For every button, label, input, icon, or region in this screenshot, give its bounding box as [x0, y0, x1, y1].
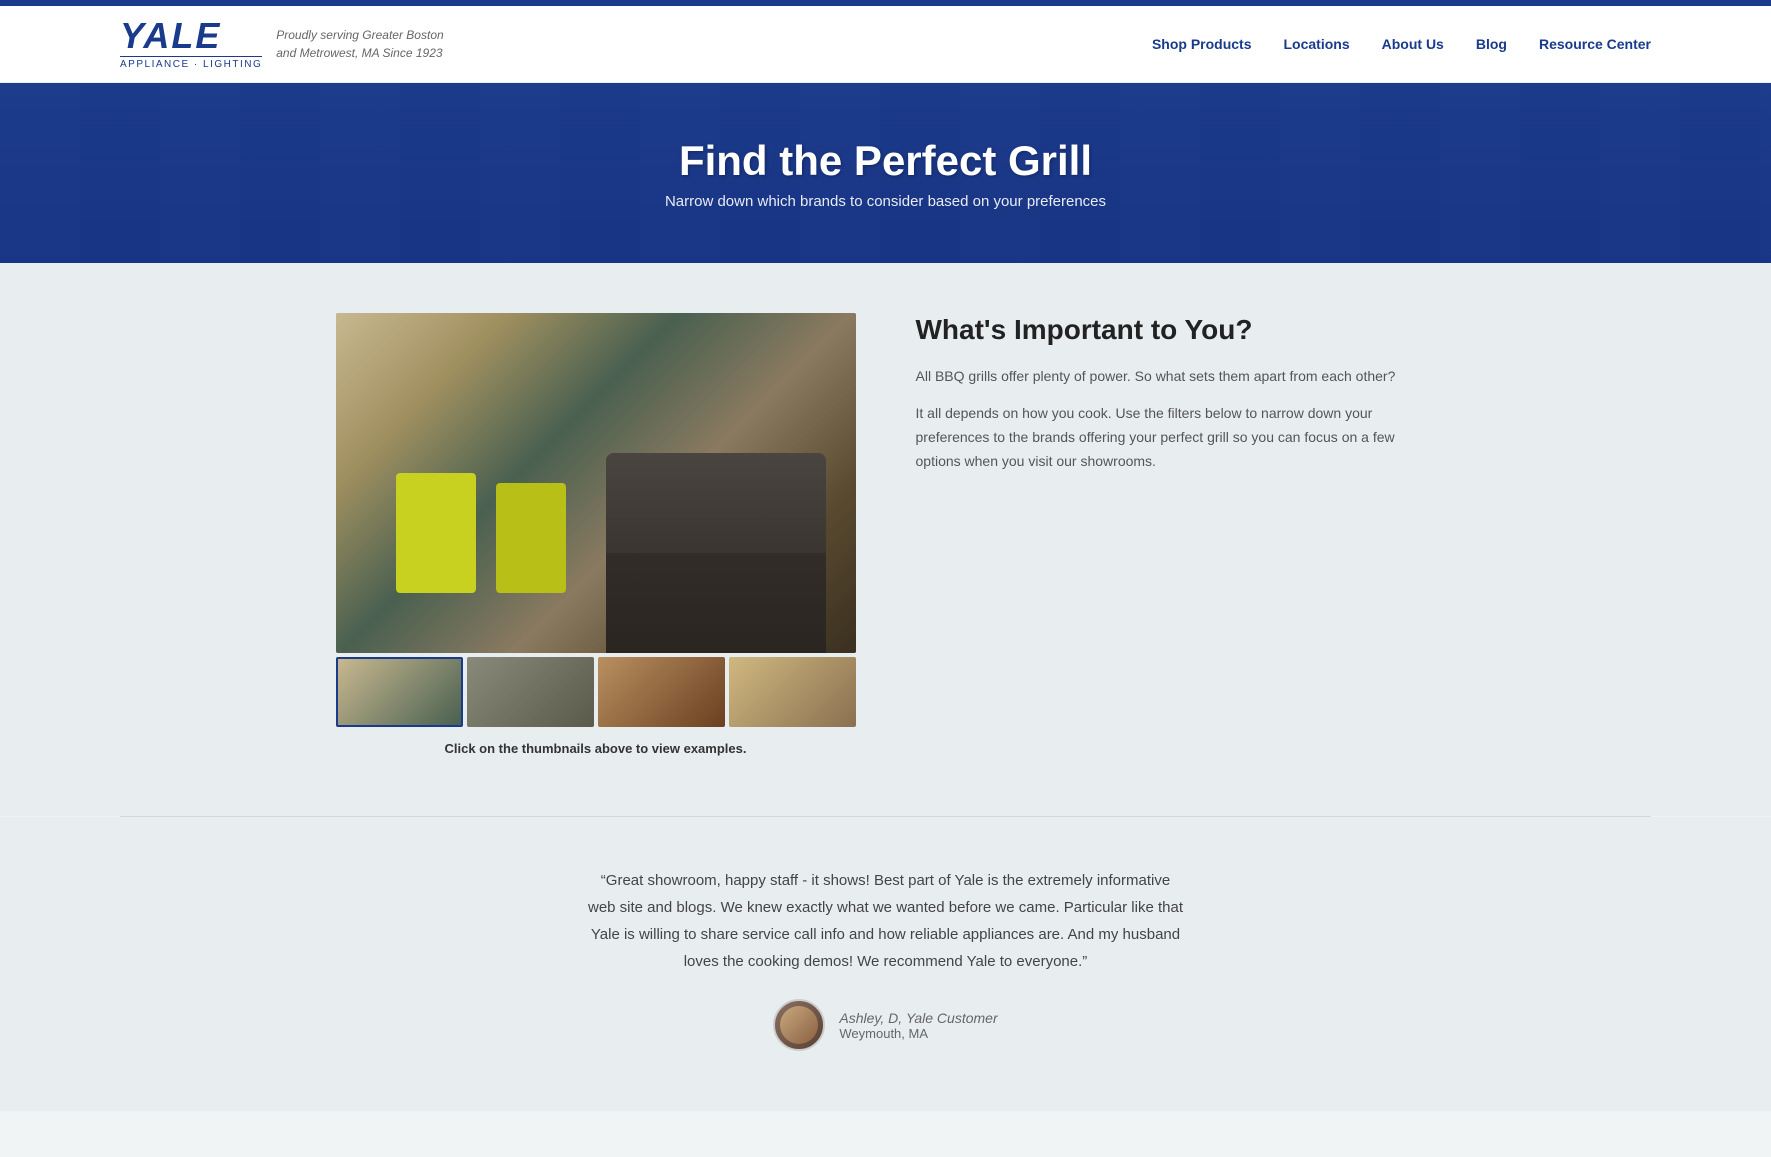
header: YALE APPLIANCE · LIGHTING Proudly servin…	[0, 6, 1771, 83]
nav-locations[interactable]: Locations	[1284, 36, 1350, 52]
main-grill-image	[336, 313, 856, 653]
grill-image-sim	[336, 313, 856, 653]
section-heading: What's Important to You?	[916, 313, 1436, 347]
logo-sub: APPLIANCE · LIGHTING	[120, 56, 262, 70]
chair-right	[496, 483, 566, 593]
logo-yale: YALE	[120, 18, 262, 54]
nav-resource-center[interactable]: Resource Center	[1539, 36, 1651, 52]
main-nav: Shop Products Locations About Us Blog Re…	[1152, 36, 1651, 52]
testimonial-quote: “Great showroom, happy staff - it shows!…	[586, 867, 1186, 975]
thumbnail-row	[336, 657, 856, 727]
section-paragraph-2: It all depends on how you cook. Use the …	[916, 402, 1436, 473]
thumbnail-1[interactable]	[336, 657, 463, 727]
author-title: Yale Customer	[906, 1010, 998, 1026]
section-paragraph-1: All BBQ grills offer plenty of power. So…	[916, 365, 1436, 389]
thumbnail-4[interactable]	[729, 657, 856, 727]
author-name-text: Ashley, D,	[839, 1010, 902, 1026]
chair-left	[396, 473, 476, 593]
logo-tagline: Proudly serving Greater Boston and Metro…	[276, 26, 443, 62]
thumbnail-2[interactable]	[467, 657, 594, 727]
author-info: Ashley, D, Yale Customer Weymouth, MA	[839, 1010, 997, 1041]
nav-blog[interactable]: Blog	[1476, 36, 1507, 52]
thumbnail-3[interactable]	[598, 657, 725, 727]
author-name: Ashley, D, Yale Customer	[839, 1010, 997, 1026]
text-section: What's Important to You? All BBQ grills …	[916, 313, 1436, 488]
grill-lid	[606, 453, 826, 553]
author-location: Weymouth, MA	[839, 1026, 997, 1041]
hero-section: Find the Perfect Grill Narrow down which…	[0, 83, 1771, 263]
logo-text: YALE APPLIANCE · LIGHTING	[120, 18, 262, 70]
nav-shop-products[interactable]: Shop Products	[1152, 36, 1252, 52]
content-grid: Click on the thumbnails above to view ex…	[336, 313, 1436, 756]
logo-area: YALE APPLIANCE · LIGHTING Proudly servin…	[120, 18, 444, 70]
image-section: Click on the thumbnails above to view ex…	[336, 313, 856, 756]
hero-content: Find the Perfect Grill Narrow down which…	[665, 137, 1106, 210]
hero-subtitle: Narrow down which brands to consider bas…	[665, 193, 1106, 210]
main-content-section: Click on the thumbnails above to view ex…	[0, 263, 1771, 816]
nav-about-us[interactable]: About Us	[1382, 36, 1444, 52]
avatar	[773, 999, 825, 1051]
testimonial-author: Ashley, D, Yale Customer Weymouth, MA	[773, 999, 997, 1051]
thumbnail-caption: Click on the thumbnails above to view ex…	[336, 741, 856, 756]
avatar-image	[780, 1006, 818, 1044]
hero-title: Find the Perfect Grill	[665, 137, 1106, 185]
testimonial-section: “Great showroom, happy staff - it shows!…	[0, 817, 1771, 1111]
grill-shape	[606, 453, 826, 653]
